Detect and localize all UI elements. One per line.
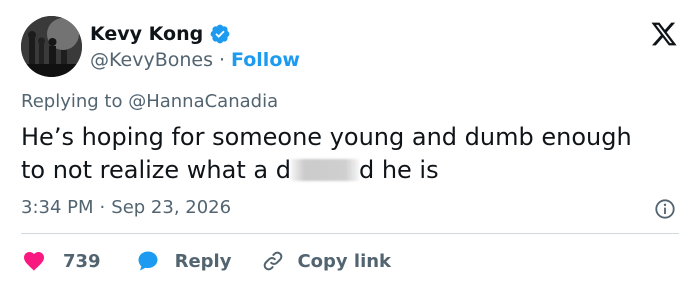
avatar-photo bbox=[21, 16, 82, 77]
author-display-name[interactable]: Kevy Kong bbox=[90, 23, 203, 45]
tweet-text-line1: He’s hoping for someone young and dumb e… bbox=[21, 123, 632, 151]
like-button[interactable]: 739 bbox=[21, 249, 101, 273]
censored-blur bbox=[290, 159, 359, 181]
author-handle[interactable]: @KevyBones bbox=[90, 49, 213, 71]
tweet-timestamp[interactable]: 3:34 PM · Sep 23, 2026 bbox=[21, 197, 231, 218]
author-name-row: Kevy Kong bbox=[90, 20, 231, 48]
tweet-text-line2-before: to not realize what a d bbox=[21, 156, 291, 184]
divider bbox=[21, 233, 679, 234]
reply-button[interactable]: Reply bbox=[135, 249, 232, 273]
author-handle-row: @KevyBones · Follow bbox=[90, 47, 300, 73]
tweet-card: Kevy Kong @KevyBones · Follow Replying t… bbox=[0, 0, 700, 287]
like-count: 739 bbox=[63, 250, 101, 272]
action-bar: 739 Reply Copy link bbox=[21, 247, 391, 275]
replying-to-line: Replying to @HannaCanadia bbox=[21, 91, 278, 112]
tweet-text: He’s hoping for someone young and dumb e… bbox=[21, 121, 681, 187]
verified-badge-icon bbox=[210, 24, 230, 44]
x-logo-icon[interactable] bbox=[650, 20, 678, 48]
link-icon bbox=[264, 251, 283, 271]
info-icon[interactable] bbox=[654, 198, 676, 220]
tweet-time: 3:34 PM bbox=[21, 197, 94, 218]
copy-link-label: Copy link bbox=[297, 250, 392, 272]
copy-link-button[interactable]: Copy link bbox=[261, 249, 391, 273]
separator-dot: · bbox=[218, 49, 226, 71]
follow-button[interactable]: Follow bbox=[231, 49, 300, 71]
replying-to-mention[interactable]: @HannaCanadia bbox=[128, 91, 278, 112]
timestamp-separator: · bbox=[99, 197, 106, 218]
speech-bubble-icon bbox=[138, 251, 158, 271]
avatar[interactable] bbox=[21, 16, 82, 77]
reply-label: Reply bbox=[174, 250, 232, 272]
tweet-date: Sep 23, 2026 bbox=[111, 197, 232, 218]
heart-icon bbox=[24, 252, 44, 271]
tweet-text-line2-after: d he is bbox=[358, 156, 439, 184]
replying-to-prefix: Replying to bbox=[21, 91, 129, 112]
